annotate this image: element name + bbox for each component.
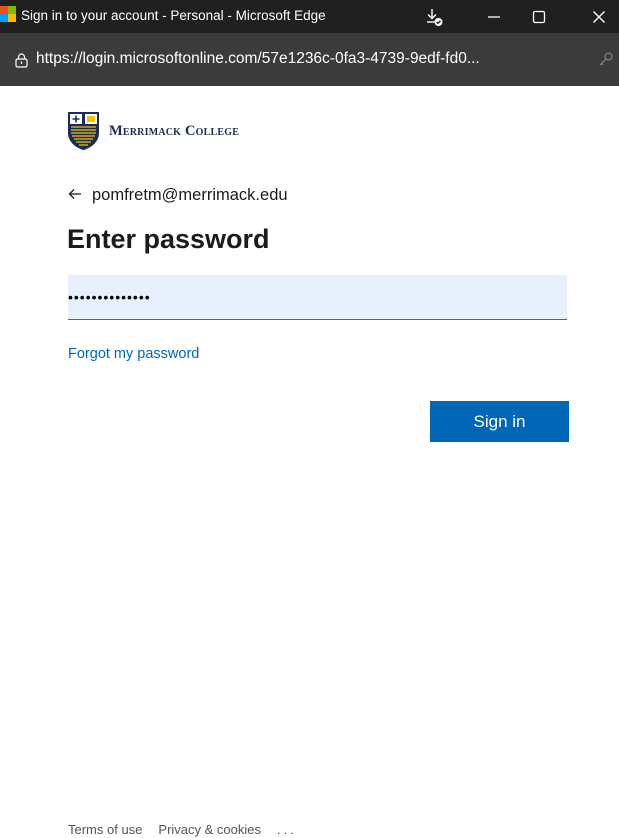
terms-of-use-link[interactable]: Terms of use	[68, 822, 142, 837]
password-field-container	[68, 275, 567, 320]
merrimack-shield-icon	[68, 112, 99, 150]
account-email: pomfretm@merrimack.edu	[92, 185, 288, 204]
forgot-password-link[interactable]: Forgot my password	[68, 346, 199, 362]
org-name: Merrimack College	[109, 122, 240, 139]
address-bar[interactable]: https://login.microsoftonline.com/57e123…	[0, 33, 619, 86]
org-logo: Merrimack College	[67, 111, 239, 151]
privacy-cookies-link[interactable]: Privacy & cookies	[158, 822, 261, 837]
window-title: Sign in to your account - Personal - Mic…	[21, 8, 326, 23]
page-title: Enter password	[67, 224, 270, 254]
site-info-icon[interactable]	[14, 53, 29, 73]
microsoft-logo-icon	[0, 6, 16, 22]
maximize-icon[interactable]	[519, 0, 559, 33]
sign-in-button[interactable]: Sign in	[430, 401, 569, 442]
back-arrow-icon[interactable]	[68, 186, 82, 205]
key-icon[interactable]	[598, 51, 614, 72]
minimize-icon[interactable]	[474, 0, 514, 33]
download-icon[interactable]	[414, 0, 454, 33]
identity-banner[interactable]: pomfretm@merrimack.edu	[68, 183, 288, 207]
close-icon[interactable]	[579, 0, 619, 33]
window-title-bar: Sign in to your account - Personal - Mic…	[0, 0, 619, 33]
password-input[interactable]	[68, 275, 567, 319]
footer: Terms of use Privacy & cookies ...	[68, 822, 297, 837]
more-options-button[interactable]: ...	[277, 822, 297, 837]
url-text[interactable]: https://login.microsoftonline.com/57e123…	[36, 50, 480, 68]
